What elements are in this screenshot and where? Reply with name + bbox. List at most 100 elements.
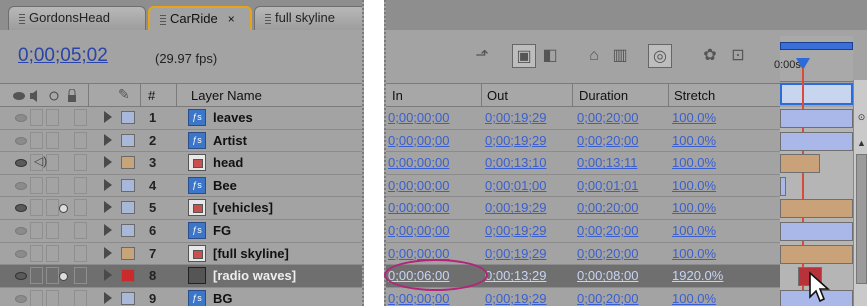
time-navigator-header[interactable]	[780, 83, 853, 105]
duration-value[interactable]: 0;00;20;00	[577, 133, 638, 148]
duration-value[interactable]: 0;00;20;00	[577, 223, 638, 238]
duration-value[interactable]: 0;00;01;01	[577, 178, 638, 193]
label-color-swatch[interactable]	[121, 291, 135, 305]
layer-timing-row[interactable]: 0;00;00;00 0;00;19;29 0;00;20;00 100.0%	[386, 130, 780, 153]
duration-value[interactable]: 0;00;08;00	[577, 268, 638, 283]
expand-triangle-icon[interactable]	[104, 178, 112, 191]
visibility-eye-icon[interactable]	[15, 159, 27, 168]
visibility-eye-icon[interactable]	[15, 294, 27, 303]
layer-timing-row[interactable]: 0;00;00;00 0;00;19;29 0;00;20;00 100.0%	[386, 197, 780, 220]
layer-duration-bar[interactable]	[780, 176, 786, 196]
switch-box[interactable]	[74, 244, 87, 262]
layer-row[interactable]: 5 [vehicles]	[0, 197, 362, 220]
duration-value[interactable]: 0;00;20;00	[577, 291, 638, 306]
switch-box[interactable]	[74, 131, 87, 149]
layer-duration-bar[interactable]	[780, 154, 820, 174]
layer-name[interactable]: Bee	[213, 178, 237, 193]
layer-row[interactable]: 7 [full skyline]	[0, 243, 362, 266]
stretch-column-header[interactable]: Stretch	[674, 88, 715, 103]
expand-triangle-icon[interactable]	[104, 133, 112, 146]
switch-box[interactable]	[46, 289, 59, 306]
out-point-value[interactable]: 0;00;19;29	[485, 223, 546, 238]
out-point-value[interactable]: 0;00;19;29	[485, 200, 546, 215]
stretch-value[interactable]: 100.0%	[672, 155, 716, 170]
stretch-value[interactable]: 1920.0%	[672, 268, 723, 283]
visibility-eye-icon[interactable]	[15, 114, 27, 122]
switch-box[interactable]	[46, 154, 59, 172]
expand-triangle-icon[interactable]	[104, 224, 112, 236]
label-color-swatch[interactable]	[121, 133, 135, 147]
switch-box[interactable]	[46, 109, 59, 126]
switch-box[interactable]	[46, 244, 59, 262]
close-icon[interactable]: ×	[228, 12, 235, 26]
layer-name[interactable]: leaves	[213, 110, 253, 125]
in-point-value[interactable]: 0;00;00;00	[388, 223, 449, 238]
in-point-value[interactable]: 0;00;00;00	[388, 200, 449, 215]
switch-box[interactable]	[74, 154, 87, 172]
vertical-scrollbar[interactable]: ⊙ ▲	[853, 80, 867, 306]
switch-box[interactable]	[30, 244, 43, 262]
switch-box[interactable]	[74, 267, 87, 285]
layer-name[interactable]: Artist	[213, 133, 247, 148]
visibility-eye-icon[interactable]	[15, 227, 27, 235]
layer-row[interactable]: ◁) 3 head	[0, 152, 362, 175]
in-column-header[interactable]: In	[392, 88, 403, 103]
switch-box[interactable]	[46, 267, 59, 285]
layer-timing-row[interactable]: 0;00;00;00 0;00;13;10 0;00;13;11 100.0%	[386, 152, 780, 175]
layer-timing-row[interactable]: 0;00;00;00 0;00;19;29 0;00;20;00 100.0%	[386, 220, 780, 243]
switch-box[interactable]	[46, 176, 59, 194]
layer-duration-bar[interactable]	[780, 222, 853, 241]
layer-row[interactable]: 4 ƒs Bee	[0, 175, 362, 198]
switch-box[interactable]	[30, 176, 43, 194]
switch-box[interactable]	[74, 222, 87, 239]
expand-triangle-icon[interactable]	[104, 246, 112, 259]
switch-box[interactable]	[46, 199, 59, 217]
layer-row[interactable]: 1 ƒs leaves	[0, 107, 362, 130]
switch-box[interactable]	[30, 131, 43, 149]
switch-box[interactable]	[74, 176, 87, 194]
stretch-value[interactable]: 100.0%	[672, 246, 716, 261]
out-point-value[interactable]: 0;00;19;29	[485, 246, 546, 261]
expand-triangle-icon[interactable]	[104, 156, 112, 169]
in-point-value[interactable]: 0;00;00;00	[388, 110, 449, 125]
hash-column-header[interactable]: #	[148, 88, 155, 103]
in-point-value[interactable]: 0;00;00;00	[388, 178, 449, 193]
out-point-value[interactable]: 0;00;13;29	[485, 268, 546, 283]
scroll-thumb[interactable]	[856, 154, 867, 284]
stretch-value[interactable]: 100.0%	[672, 178, 716, 193]
label-color-swatch[interactable]	[121, 111, 135, 124]
out-point-value[interactable]: 0;00;19;29	[485, 291, 546, 306]
visibility-eye-icon[interactable]	[15, 204, 27, 213]
frame-blending-icon[interactable]: ▥	[608, 44, 632, 68]
label-color-swatch[interactable]	[121, 156, 135, 170]
stretch-value[interactable]: 100.0%	[672, 291, 716, 306]
switch-box[interactable]	[30, 199, 43, 217]
switch-box[interactable]	[46, 131, 59, 149]
expand-triangle-icon[interactable]	[104, 291, 112, 304]
layer-timing-row[interactable]: 0;00;00;00 0;00;19;29 0;00;20;00 100.0%	[386, 107, 780, 130]
stretch-value[interactable]: 100.0%	[672, 133, 716, 148]
audio-speaker-icon[interactable]: ◁)	[34, 154, 47, 168]
draft-3d-icon[interactable]: ◧	[538, 44, 562, 68]
label-color-swatch[interactable]	[121, 224, 135, 237]
duration-value[interactable]: 0;00;13;11	[577, 155, 637, 170]
hide-shy-icon[interactable]: ⌂	[582, 44, 606, 68]
out-point-value[interactable]: 0;00;19;29	[485, 133, 546, 148]
switch-box[interactable]	[74, 109, 87, 126]
solo-icon[interactable]	[59, 272, 68, 282]
layer-row[interactable]: 9 ƒs BG	[0, 288, 362, 306]
out-column-header[interactable]: Out	[487, 88, 508, 103]
brainstorm-icon[interactable]: ✿	[698, 44, 722, 68]
tab-gordonshead[interactable]: GordonsHead	[8, 6, 146, 30]
layer-name[interactable]: [radio waves]	[213, 268, 296, 283]
switch-box[interactable]	[30, 289, 43, 306]
out-point-value[interactable]: 0;00;13;10	[485, 155, 546, 170]
switch-box[interactable]	[74, 289, 87, 306]
in-point-value[interactable]: 0;00;00;00	[388, 291, 449, 306]
expand-triangle-icon[interactable]	[104, 269, 112, 282]
layer-name[interactable]: head	[213, 155, 243, 170]
switch-box[interactable]	[30, 267, 43, 285]
tab-full-skyline[interactable]: full skyline	[254, 6, 362, 30]
layer-name[interactable]: [vehicles]	[213, 200, 273, 215]
out-point-value[interactable]: 0;00;19;29	[485, 110, 546, 125]
